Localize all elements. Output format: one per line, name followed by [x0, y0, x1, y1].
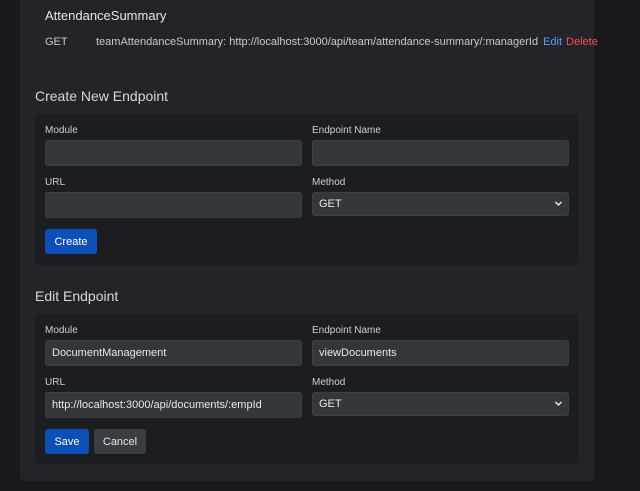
endpoint-method: GET [45, 36, 68, 48]
edit-section-title: Edit Endpoint [35, 288, 119, 304]
create-form-card [35, 114, 578, 265]
edit-url-label: URL [45, 377, 66, 388]
edit-module-label: Module [45, 325, 78, 336]
create-button[interactable]: Create [45, 229, 97, 254]
save-button[interactable]: Save [45, 429, 89, 454]
edit-method-select[interactable]: GET [312, 392, 569, 416]
create-module-label: Module [45, 125, 78, 136]
edit-method-value: GET [319, 398, 342, 410]
create-method-value: GET [319, 198, 342, 210]
chevron-down-icon [554, 393, 563, 424]
create-url-label: URL [45, 177, 66, 188]
create-method-select[interactable]: GET [312, 192, 569, 216]
create-name-input[interactable] [312, 140, 569, 166]
edit-url-input[interactable] [45, 392, 302, 418]
create-method-label: Method [312, 177, 346, 188]
endpoint-text: teamAttendanceSummary: http://localhost:… [96, 36, 539, 48]
edit-name-label: Endpoint Name [312, 325, 381, 336]
create-url-input[interactable] [45, 192, 302, 218]
chevron-down-icon [554, 193, 563, 224]
create-name-label: Endpoint Name [312, 125, 381, 136]
module-title: AttendanceSummary [45, 8, 167, 23]
endpoint-delete-link[interactable]: Delete [566, 36, 598, 48]
cancel-button[interactable]: Cancel [94, 429, 146, 454]
edit-method-label: Method [312, 377, 346, 388]
create-module-input[interactable] [45, 140, 302, 166]
edit-module-input[interactable] [45, 340, 302, 366]
endpoint-row: GET teamAttendanceSummary: http://localho… [45, 36, 598, 48]
endpoint-edit-link[interactable]: Edit [543, 36, 562, 48]
edit-name-input[interactable] [312, 340, 569, 366]
create-section-title: Create New Endpoint [35, 88, 169, 104]
